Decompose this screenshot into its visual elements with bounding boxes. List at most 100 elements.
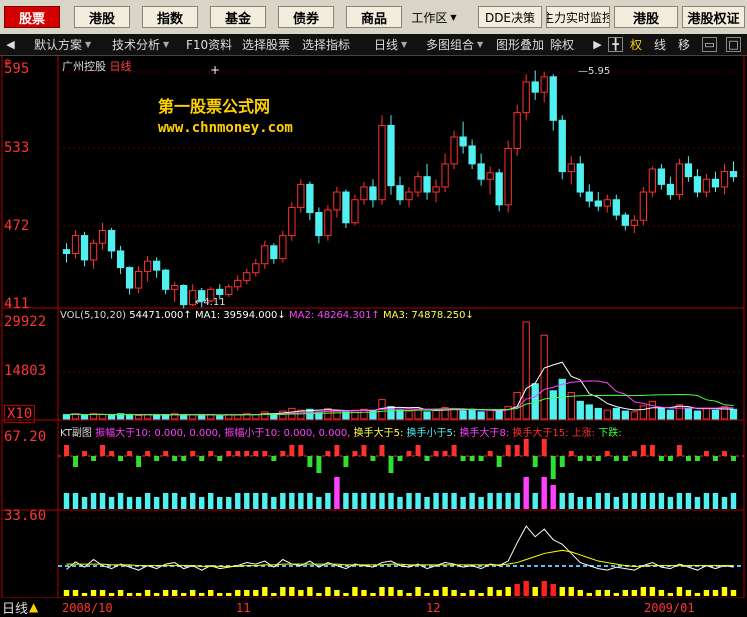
volume-bar	[62, 414, 71, 420]
triangle-up-icon: ▲	[29, 600, 39, 614]
kt-rise-bar	[127, 451, 133, 456]
kt-rise-bar	[631, 451, 637, 456]
kt-yellow-bar	[712, 590, 719, 596]
kt-yellow-bar	[676, 587, 683, 596]
volume-bar	[261, 411, 269, 420]
kt-yellow-bar	[658, 590, 665, 596]
kt-turnover-gt5: 换手大于5:	[353, 428, 404, 439]
volume-bar	[693, 410, 702, 420]
kt-turnover-bar	[298, 493, 304, 509]
kt-white-line	[66, 525, 734, 571]
candle-body	[549, 76, 557, 121]
kt-turnover-bar	[253, 493, 259, 509]
candle-body	[324, 209, 332, 237]
candle-body	[315, 212, 323, 237]
candle-body	[378, 124, 386, 201]
kt-yellow-bar	[460, 593, 466, 596]
kt-fall-bar	[622, 456, 628, 461]
kt-yellow-bar	[595, 590, 601, 596]
kt-turnover-bar	[262, 493, 268, 509]
kt-yellow-bar	[289, 587, 295, 596]
candle-body	[333, 191, 341, 211]
candle-body	[648, 168, 657, 193]
candle-body	[351, 199, 359, 224]
kt-yellow-bar	[451, 590, 457, 596]
kt-yellow-bar	[81, 593, 88, 596]
kt-turnover-bar	[541, 477, 547, 509]
kt-yellow-bar	[505, 587, 511, 596]
kt-yellow-bar	[694, 593, 701, 596]
kt-yellow-bar	[316, 593, 322, 596]
kt-title: KT副图	[60, 428, 92, 439]
stock-chart[interactable]	[0, 0, 747, 617]
settings-icon[interactable]: ✲	[4, 59, 12, 68]
candle-body	[342, 191, 350, 224]
kt-rise-bar	[406, 451, 412, 456]
kt-turnover-bar	[595, 493, 601, 509]
volume-bar	[107, 414, 116, 420]
kt-yellow-bar	[379, 587, 385, 596]
x-tick-2008-10: 2008/10	[62, 601, 113, 615]
kt-yellow-bar	[586, 593, 592, 596]
candle-body	[98, 229, 107, 244]
vol-ma1: MA1: 39594.000↓	[194, 310, 286, 321]
kt-turnover-bar	[361, 493, 367, 509]
period-tab[interactable]: 日线 ▲	[2, 598, 39, 617]
kt-turnover-bar	[370, 493, 376, 509]
volume-bar	[603, 409, 611, 420]
x-tick-12: 12	[426, 601, 441, 615]
volume-bar	[495, 410, 503, 420]
kt-fall-bar	[307, 456, 313, 467]
kt-fall-bar	[478, 456, 484, 461]
volume-bar	[468, 408, 476, 420]
kt-turnover-bar	[81, 497, 88, 509]
candle-body	[369, 186, 377, 201]
kt-turnover-bar	[90, 493, 97, 509]
kt-turnover-bar	[343, 493, 349, 509]
volume-bar	[612, 407, 620, 420]
chart-frame	[1, 56, 745, 599]
volume-bar	[98, 414, 107, 420]
kt-yellow-bar	[162, 590, 169, 596]
kt-yellow-bar	[244, 590, 250, 596]
kt-rise-bar	[415, 445, 421, 456]
kt-rise-bar	[190, 451, 196, 456]
kt-yellow-bar	[189, 590, 196, 596]
kt-rise-bar	[361, 445, 367, 456]
kt-rise-bar	[226, 451, 232, 456]
kt-turnover-bar	[244, 493, 250, 509]
period-tab-label: 日线	[2, 601, 29, 617]
vol-ma3: MA3: 74878.250↓	[383, 310, 474, 321]
candle-body	[567, 163, 575, 173]
kt-turnover-bar	[289, 493, 295, 509]
kt-turnover-bar	[442, 493, 448, 509]
kt-rise-bar	[280, 451, 286, 456]
kt-yellow-bar	[523, 581, 529, 596]
kt-yellow-bar	[424, 593, 430, 596]
kt-fall-bar	[73, 456, 78, 467]
volume-bar	[486, 409, 494, 420]
kt-yellow-bar	[361, 590, 367, 596]
kt-fall-bar	[136, 456, 142, 467]
kt-turnover-bar	[649, 493, 656, 509]
kt-rise-bar	[442, 451, 448, 456]
candle-body	[576, 163, 584, 193]
kt-amp-lt10: 振幅小于10: 0.000, 0.000,	[224, 428, 351, 439]
kt-fall-bar	[154, 456, 160, 461]
kt-turnover-bar	[424, 497, 430, 509]
x-tick-11: 11	[236, 601, 251, 615]
kt-yellow-bar	[352, 587, 358, 596]
kt-yellow-bar	[640, 587, 647, 596]
candle-body	[125, 267, 134, 289]
kt-turnover-gt15: 换手大于15:	[512, 428, 569, 439]
candle-body	[504, 148, 512, 206]
volume-bar	[540, 334, 548, 420]
volume-bar	[152, 414, 161, 420]
kt-rise-bar	[703, 451, 709, 456]
candle-body	[684, 163, 693, 178]
candle-body	[306, 183, 314, 214]
kt-turnover-bar	[640, 493, 647, 509]
candle-body	[513, 112, 521, 150]
kt-fall-bar	[712, 456, 718, 461]
kt-fall-bar	[685, 456, 691, 461]
